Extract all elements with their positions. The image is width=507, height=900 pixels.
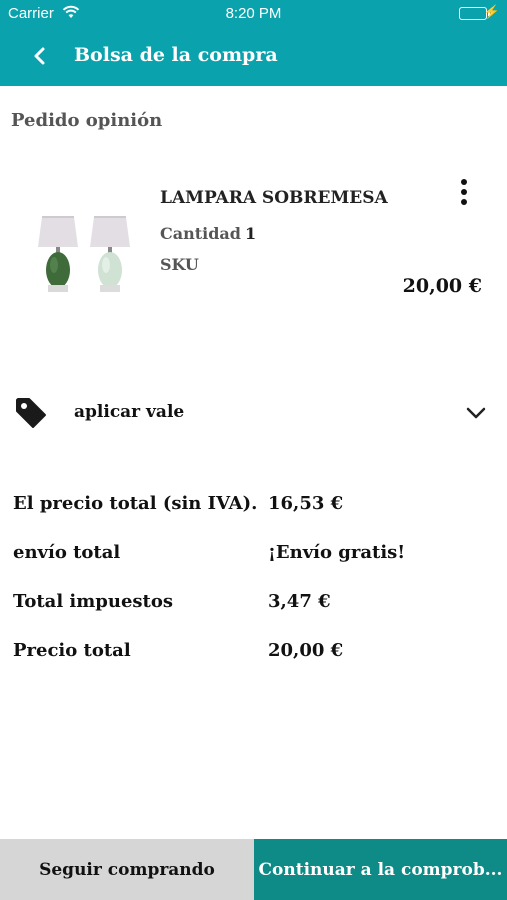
battery-icon	[459, 7, 490, 20]
charging-icon: ⚡	[483, 4, 500, 19]
quantity-label: Cantidad	[160, 224, 241, 243]
nav-bar: Bolsa de la compra	[0, 28, 507, 86]
apply-voucher-row[interactable]: aplicar vale	[0, 392, 507, 436]
chevron-down-icon[interactable]	[464, 401, 488, 425]
apply-voucher-label: aplicar vale	[74, 402, 185, 422]
more-options-button[interactable]	[452, 178, 476, 208]
section-title: Pedido opinión	[11, 110, 163, 131]
summary-row-total: Precio total 20,00 €	[13, 640, 493, 689]
bottom-action-bar: Seguir comprando Continuar a la comprob.…	[0, 839, 507, 900]
product-price: 20,00 €	[402, 275, 482, 297]
more-vertical-icon	[461, 179, 467, 205]
continue-shopping-button[interactable]: Seguir comprando	[0, 839, 254, 900]
product-name: LAMPARA SOBREMESA	[160, 188, 388, 208]
product-image[interactable]	[36, 215, 136, 300]
order-summary: El precio total (sin IVA). 16,53 € envío…	[13, 493, 493, 689]
summary-label: Precio total	[13, 640, 131, 661]
summary-label: El precio total (sin IVA).	[13, 493, 258, 514]
summary-row-taxes: Total impuestos 3,47 €	[13, 591, 493, 640]
summary-row-shipping: envío total ¡Envío gratis!	[13, 542, 493, 591]
page-title: Bolsa de la compra	[74, 44, 278, 66]
back-button[interactable]	[26, 42, 56, 72]
checkout-button[interactable]: Continuar a la comprob...	[254, 839, 507, 900]
tag-icon	[14, 396, 48, 430]
summary-label: envío total	[13, 542, 121, 563]
summary-label: Total impuestos	[13, 591, 174, 612]
summary-value: 20,00 €	[268, 640, 344, 661]
summary-value: 16,53 €	[268, 493, 344, 514]
summary-value: 3,47 €	[268, 591, 331, 612]
sku-label: SKU	[160, 255, 199, 274]
quantity-value: 1	[245, 224, 257, 243]
chevron-left-icon	[34, 47, 45, 65]
summary-value: ¡Envío gratis!	[268, 542, 406, 563]
clock: 8:20 PM	[225, 5, 282, 22]
summary-row-subtotal: El precio total (sin IVA). 16,53 €	[13, 493, 493, 542]
status-bar: Carrier 8:20 PM ⚡	[0, 0, 507, 28]
